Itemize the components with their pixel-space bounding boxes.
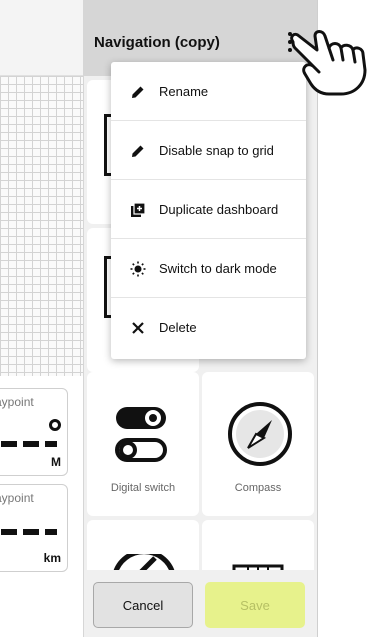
menu-item-label: Duplicate dashboard — [159, 202, 279, 217]
menu-item-disable-snap[interactable]: Disable snap to grid — [111, 121, 306, 180]
widget-unit: M — [51, 455, 61, 469]
compass-icon — [228, 402, 292, 466]
waypoint-widget[interactable]: aypoint M — [0, 388, 68, 476]
menu-item-delete[interactable]: Delete — [111, 298, 306, 357]
menu-item-label: Delete — [159, 320, 197, 335]
action-bar: Cancel Save — [84, 570, 317, 637]
widget-label: aypoint — [0, 395, 34, 409]
menu-item-label: Switch to dark mode — [159, 261, 277, 276]
canvas-header — [0, 0, 83, 76]
widget-label: Compass — [234, 482, 282, 494]
digital-switch-icon — [115, 407, 167, 462]
menu-item-dark-mode[interactable]: Switch to dark mode — [111, 239, 306, 298]
page-title: Navigation (copy) — [94, 34, 220, 51]
widget-unit: km — [43, 551, 61, 565]
hand-cursor-icon — [290, 30, 367, 96]
waypoint-dot-icon — [49, 419, 61, 431]
menu-item-label: Disable snap to grid — [159, 143, 274, 158]
options-menu: Rename Disable snap to grid Duplicate da… — [111, 62, 306, 359]
menu-item-duplicate[interactable]: Duplicate dashboard — [111, 180, 306, 239]
menu-item-rename[interactable]: Rename — [111, 62, 306, 121]
snap-grid — [0, 76, 83, 376]
cancel-button[interactable]: Cancel — [93, 582, 193, 628]
widget-tile-digital-switch[interactable]: Digital switch — [87, 372, 199, 516]
widget-tile-compass[interactable]: Compass — [202, 372, 314, 516]
dashboard-canvas: aypoint M aypoint km — [0, 0, 84, 637]
widget-label: Digital switch — [110, 482, 176, 494]
menu-item-label: Rename — [159, 84, 209, 99]
pencil-icon — [132, 145, 144, 157]
save-button[interactable]: Save — [205, 582, 305, 628]
value-placeholder — [1, 441, 57, 447]
close-icon — [132, 322, 144, 334]
pencil-icon — [132, 86, 144, 98]
waypoint-distance-widget[interactable]: aypoint km — [0, 484, 68, 572]
duplicate-icon — [131, 202, 146, 217]
widget-label: aypoint — [0, 491, 34, 505]
value-placeholder — [1, 529, 57, 535]
sun-icon — [130, 261, 146, 277]
